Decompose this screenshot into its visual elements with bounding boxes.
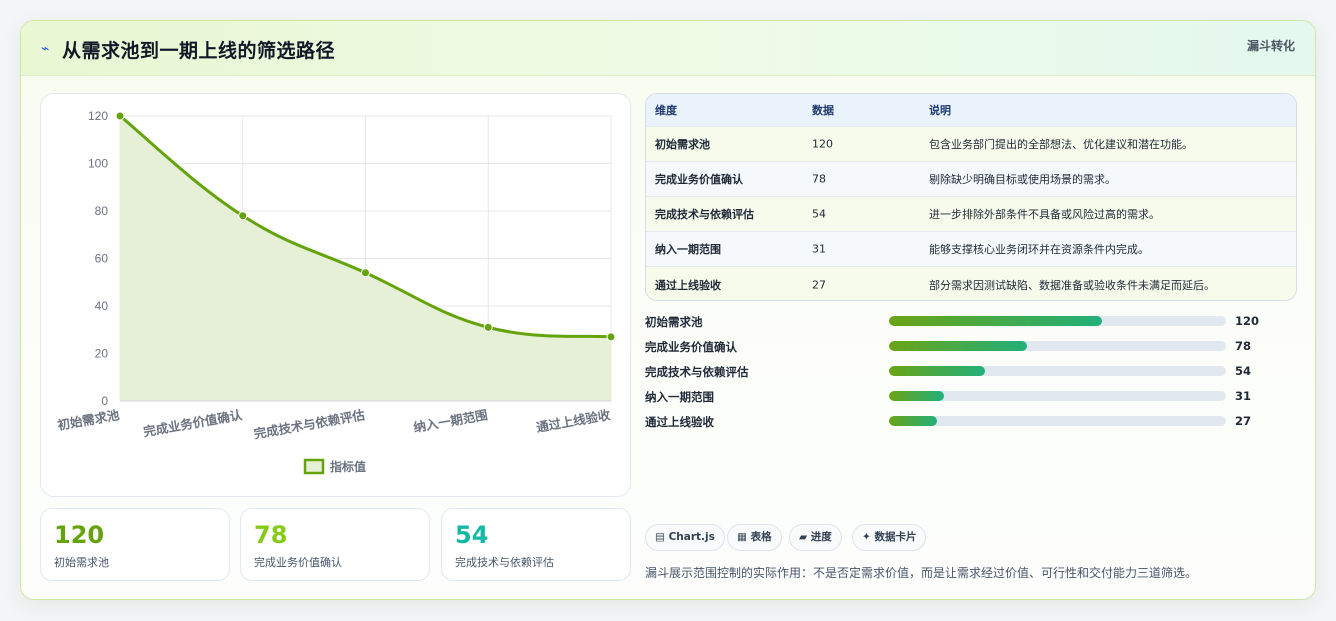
table-cell: 120 [812, 137, 833, 151]
progress-value: 78 [1235, 339, 1252, 353]
chip-progress[interactable]: ▰ 进度 [789, 524, 842, 551]
x-tick-label: 初始需求池 [56, 407, 121, 433]
data-table: 维度 数据 说明 初始需求池 120 包含业务部门提出的全部想法、优化建议和潜在… [645, 93, 1297, 301]
progress-value: 54 [1235, 364, 1252, 378]
table-header-cell: 维度 [655, 104, 677, 117]
progress-track [889, 316, 1226, 326]
table-row: 完成业务价值确认 78 剔除缺少明确目标或使用场景的需求。 [646, 162, 1296, 197]
table-cell: 27 [812, 278, 826, 291]
data-point [483, 322, 493, 332]
progress-track [889, 391, 1226, 401]
progress-label: 通过上线验收 [645, 415, 714, 429]
table-cell: 通过上线验收 [655, 278, 721, 292]
y-tick-label: 60 [95, 252, 109, 266]
card-header: ⌁ 从需求池到一期上线的筛选路径 漏斗转化 [21, 21, 1315, 76]
y-tick-label: 0 [101, 394, 108, 408]
table-header-cell: 说明 [929, 104, 951, 117]
table-cell: 能够支撑核心业务闭环并在资源条件内完成。 [929, 243, 1149, 256]
table-cell: 包含业务部门提出的全部想法、优化建议和潜在功能。 [929, 138, 1193, 151]
footnote-text: 漏斗展示范围控制的实际作用：不是否定需求价值，而是让需求经过价值、可行性和交付能… [645, 566, 1198, 580]
progress-row: 完成业务价值确认 78 [645, 339, 1265, 354]
progress-value: 120 [1235, 314, 1260, 328]
chip-label: Chart.js [668, 531, 715, 543]
legend-swatch [303, 458, 325, 475]
chip-table[interactable]: ▦ 表格 [727, 524, 782, 551]
chip-label: 数据卡片 [874, 531, 917, 543]
table-row: 完成技术与依赖评估 54 进一步排除外部条件不具备或风险过高的需求。 [646, 197, 1296, 232]
stat-label: 完成技术与依赖评估 [455, 556, 554, 569]
progress-icon: ▰ [799, 531, 808, 543]
table-icon: ▦ [737, 531, 747, 543]
progress-fill [889, 366, 985, 376]
table-header-row: 维度 数据 说明 [646, 94, 1296, 127]
table-cell: 剔除缺少明确目标或使用场景的需求。 [929, 173, 1116, 186]
x-tick-label: 完成技术与依赖评估 [253, 407, 367, 441]
chip-data-card[interactable]: ✦ 数据卡片 [852, 524, 927, 551]
progress-row: 初始需求池 120 [645, 314, 1265, 329]
funnel-card: ⌁ 从需求池到一期上线的筛选路径 漏斗转化 0 20 40 60 80 100 120 初始需… [20, 20, 1316, 600]
progress-fill [889, 341, 1028, 351]
data-point [361, 268, 370, 278]
stat-value: 54 [455, 521, 489, 549]
stat-card-tech: 54 完成技术与依赖评估 [441, 508, 631, 581]
chart-icon: ▤ [655, 531, 665, 543]
card-title: 从需求池到一期上线的筛选路径 [62, 40, 336, 62]
data-point [238, 211, 248, 221]
progress-fill [889, 416, 937, 426]
x-tick-label: 完成业务价值确认 [142, 407, 244, 439]
stat-label: 初始需求池 [54, 556, 109, 569]
data-point [115, 111, 125, 121]
card-icon: ✦ [862, 531, 871, 543]
x-tick-label: 纳入一期范围 [412, 407, 488, 435]
progress-fill [889, 391, 944, 401]
progress-label: 纳入一期范围 [645, 390, 714, 404]
progress-track [889, 416, 1226, 426]
chip-label: 表格 [750, 531, 772, 543]
progress-fill [889, 316, 1102, 326]
y-tick-label: 100 [88, 157, 108, 171]
stat-value: 120 [54, 521, 105, 549]
stat-card-business: 78 完成业务价值确认 [240, 508, 430, 581]
table-row: 通过上线验收 27 部分需求因测试缺陷、数据准备或验收条件未满足而延后。 [646, 267, 1296, 300]
chip-label: 进度 [810, 531, 832, 543]
progress-row: 完成技术与依赖评估 54 [645, 364, 1265, 379]
table-cell: 初始需求池 [655, 138, 710, 151]
y-tick-label: 120 [88, 109, 108, 123]
progress-row: 纳入一期范围 31 [645, 389, 1265, 404]
progress-row: 通过上线验收 27 [645, 414, 1265, 429]
stat-card-initial: 120 初始需求池 [40, 508, 230, 581]
progress-value: 31 [1235, 389, 1252, 403]
progress-label: 完成技术与依赖评估 [645, 365, 749, 379]
progress-label: 完成业务价值确认 [645, 340, 737, 354]
data-point [606, 332, 616, 342]
table-cell: 完成技术与依赖评估 [655, 208, 754, 221]
funnel-flow-icon: ⌁ [41, 41, 50, 57]
table-cell: 54 [812, 207, 826, 221]
table-cell: 进一步排除外部条件不具备或风险过高的需求。 [929, 208, 1160, 221]
table-row: 初始需求池 120 包含业务部门提出的全部想法、优化建议和潜在功能。 [646, 127, 1296, 162]
line-chart: 0 20 40 60 80 100 120 初始需求池 完成业务价值确认 完成技术与依赖评估 纳入一… [56, 109, 616, 475]
y-tick-label: 20 [95, 347, 109, 361]
table-cell: 完成业务价值确认 [655, 173, 743, 186]
line-chart-panel: 0 20 40 60 80 100 120 初始需求池 完成业务价值确认 完成技术与依赖评估 纳入一… [40, 93, 631, 497]
progress-track [889, 366, 1226, 376]
progress-value: 27 [1235, 414, 1252, 428]
chip-chartjs[interactable]: ▤ Chart.js [645, 524, 725, 551]
y-tick-label: 40 [95, 299, 109, 313]
table-cell: 31 [812, 242, 826, 256]
y-tick-label: 80 [95, 204, 109, 218]
legend-label: 指标值 [330, 459, 366, 474]
table-cell: 部分需求因测试缺陷、数据准备或验收条件未满足而延后。 [929, 278, 1215, 292]
table-header-cell: 数据 [812, 104, 834, 117]
table-cell: 纳入一期范围 [655, 243, 721, 256]
table-row: 纳入一期范围 31 能够支撑核心业务闭环并在资源条件内完成。 [646, 232, 1296, 267]
progress-label: 初始需求池 [645, 315, 703, 329]
progress-track [889, 341, 1226, 351]
card-tag: 漏斗转化 [1246, 39, 1295, 53]
table-cell: 78 [812, 172, 826, 186]
stat-label: 完成业务价值确认 [254, 556, 342, 569]
stat-value: 78 [254, 521, 288, 549]
x-tick-label: 通过上线验收 [535, 407, 612, 435]
